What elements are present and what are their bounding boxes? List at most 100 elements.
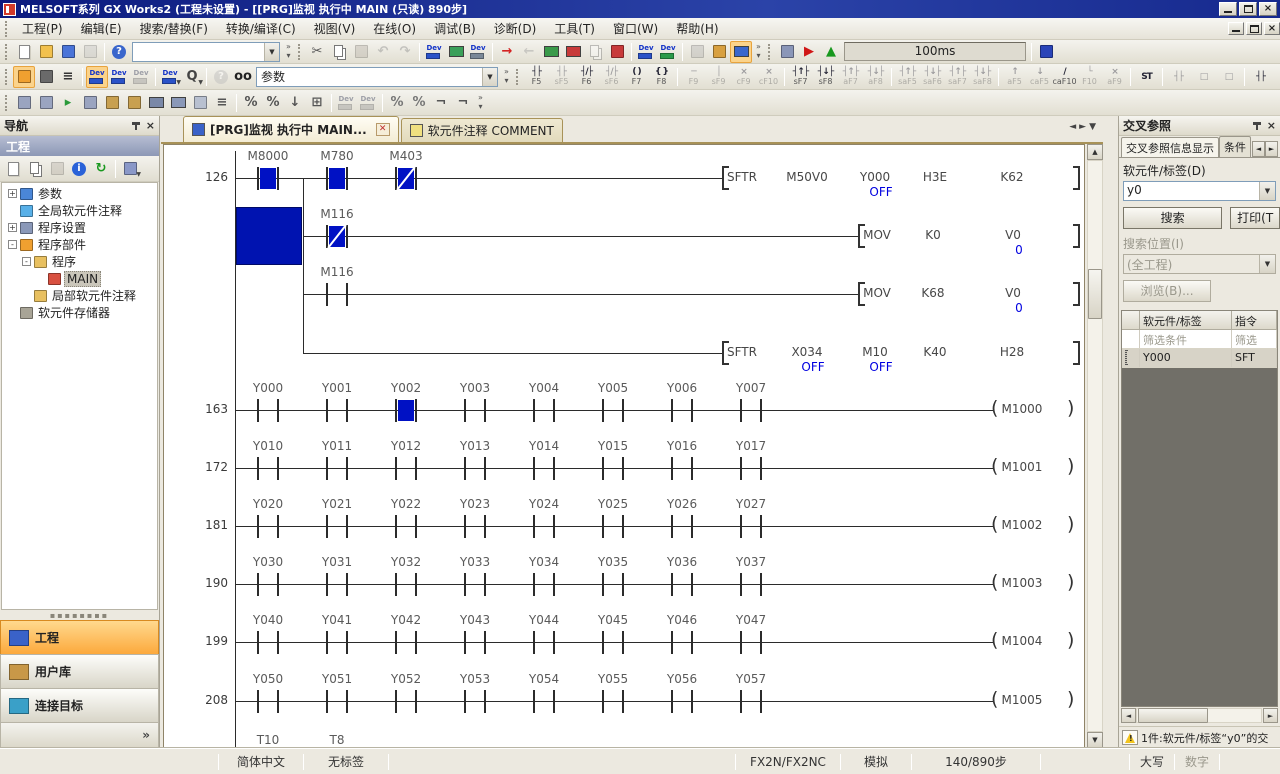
contact-open[interactable] — [602, 515, 624, 538]
mdi-restore-button[interactable] — [1246, 22, 1262, 35]
ladder-edit-2-icon[interactable]: □ — [1191, 65, 1216, 88]
scroll-screen-icon[interactable] — [189, 92, 211, 114]
invert-operation-key[interactable]: ∕caF10 — [1052, 65, 1077, 88]
contact-open[interactable] — [326, 631, 348, 654]
edit-screen-icon[interactable] — [167, 92, 189, 114]
contact-open[interactable] — [326, 515, 348, 538]
pair-1-icon[interactable]: ¬ — [430, 92, 452, 114]
contact-open[interactable] — [533, 457, 555, 480]
monitor-write-icon[interactable] — [562, 41, 584, 63]
device-display-icon[interactable]: Dev▼ — [159, 66, 181, 88]
device-comment-edit-icon[interactable]: Dev — [423, 41, 445, 63]
contact-open[interactable] — [326, 399, 348, 422]
dev-roll-table-icon[interactable]: Dev — [357, 92, 379, 114]
close-button[interactable]: × — [1259, 2, 1277, 16]
device-test-icon[interactable]: Dev — [467, 41, 489, 63]
write-mode-icon[interactable]: ▸ — [57, 92, 79, 114]
help-2-icon[interactable]: ? — [210, 66, 232, 88]
device-monitor-start-icon[interactable]: Dev — [635, 41, 657, 63]
chevron-more-icon[interactable]: » — [142, 728, 150, 742]
toolbar-overflow-icon[interactable]: »▾ — [475, 93, 486, 113]
restore-button[interactable] — [1239, 2, 1257, 16]
contact-open[interactable] — [395, 631, 417, 654]
tree-item-参数[interactable]: +参数 — [2, 185, 157, 202]
contact-open[interactable] — [602, 631, 624, 654]
ladder-edit-1-icon[interactable]: ┤├ — [1166, 65, 1191, 88]
contact-open[interactable] — [395, 690, 417, 713]
toolbar-overflow-icon[interactable]: »▾ — [753, 42, 764, 62]
contact-open[interactable] — [533, 515, 555, 538]
device-comment-view-icon[interactable]: Dev — [86, 66, 108, 88]
project-info-icon[interactable]: i — [68, 158, 90, 180]
pair-2-icon[interactable]: ¬ — [452, 92, 474, 114]
navigation-splitter[interactable]: ▪▪▪▪▪▪▪▪ — [0, 610, 159, 620]
contact-open[interactable] — [671, 573, 693, 596]
redo-icon[interactable]: ↷ — [394, 41, 416, 63]
tab-cross-reference-info[interactable]: 交叉参照信息显示 — [1121, 137, 1219, 157]
contact-open[interactable] — [257, 631, 279, 654]
device-statement-icon[interactable]: Dev — [108, 66, 130, 88]
read-mode-icon[interactable] — [35, 92, 57, 114]
tab-close-icon[interactable]: ✕ — [376, 123, 390, 136]
contact-open[interactable] — [533, 399, 555, 422]
hline-delete-key[interactable]: ×cF9 — [731, 65, 756, 88]
view-selector-button[interactable]: 连接目标 — [0, 688, 159, 722]
toolbar-overflow-icon[interactable]: »▾ — [501, 67, 512, 87]
pulse-nc-fall-key[interactable]: ┤↓├saF6 — [920, 65, 945, 88]
dev-roll-down-icon[interactable]: Dev — [335, 92, 357, 114]
device-monitor-stop-icon[interactable]: Dev — [657, 41, 679, 63]
simulation-start-icon[interactable]: ▶ — [798, 41, 820, 63]
edit-cursor-cell[interactable] — [236, 207, 302, 265]
delete-block-icon[interactable] — [123, 92, 145, 114]
device-display-2-icon[interactable] — [145, 92, 167, 114]
tree-item-程序[interactable]: -程序 — [2, 253, 157, 270]
combo-dropdown-icon[interactable]: ▼ — [482, 68, 497, 86]
device-note-icon[interactable]: Dev — [130, 66, 152, 88]
insert-block-icon[interactable] — [101, 92, 123, 114]
contact-open[interactable] — [671, 631, 693, 654]
param-combo[interactable]: 参数▼ — [256, 67, 498, 87]
contact-open[interactable] — [602, 690, 624, 713]
contact-open[interactable] — [464, 515, 486, 538]
tree-expander-icon[interactable]: + — [8, 223, 17, 232]
pulse-nc-rise-key[interactable]: ┤↑├saF5 — [895, 65, 920, 88]
coil-key[interactable]: ( )F7 — [624, 65, 649, 88]
application-instruction-key[interactable]: { }F8 — [649, 65, 674, 88]
module-icon[interactable] — [686, 41, 708, 63]
print-icon[interactable] — [79, 41, 101, 63]
editor-tab-active[interactable]: [PRG]监视 执行中 MAIN...✕ — [183, 116, 399, 142]
pulse-nc-rise-or-key[interactable]: ┤↑├saF7 — [945, 65, 970, 88]
xref-tab-right-icon[interactable]: ► — [1265, 141, 1278, 157]
copy-data-icon[interactable] — [24, 158, 46, 180]
menu-item[interactable]: 窗口(W) — [604, 17, 667, 40]
contact-open[interactable] — [740, 457, 762, 480]
menu-item[interactable]: 编辑(E) — [72, 17, 131, 40]
combo-dropdown-icon[interactable]: ▼ — [1259, 182, 1275, 200]
project-view-icon[interactable] — [13, 66, 35, 88]
module-config-icon[interactable] — [35, 66, 57, 88]
connect-line-draw-icon[interactable]: % — [262, 92, 284, 114]
pulse-nc-fall-or-key[interactable]: ┤↓├saF8 — [970, 65, 995, 88]
quick-search-combo[interactable]: ▼ — [132, 42, 280, 62]
menu-item[interactable]: 转换/编译(C) — [217, 17, 305, 40]
step-execution-icon[interactable] — [1035, 41, 1057, 63]
contact-open-on[interactable] — [395, 399, 417, 422]
coil-device[interactable]: M1001 — [977, 460, 1067, 474]
monitor-read-icon[interactable] — [540, 41, 562, 63]
contact-open[interactable] — [671, 515, 693, 538]
contact-open[interactable] — [671, 690, 693, 713]
mdi-minimize-button[interactable] — [1228, 22, 1244, 35]
scroll-thumb[interactable] — [1138, 708, 1208, 723]
pulse-rise-key[interactable]: ┤↑├sF7 — [788, 65, 813, 88]
copy-icon[interactable] — [328, 41, 350, 63]
contact-open[interactable] — [326, 457, 348, 480]
tab-condition[interactable]: 条件 — [1219, 136, 1251, 157]
undo-icon[interactable]: ↶ — [372, 41, 394, 63]
contact-open[interactable] — [464, 631, 486, 654]
comment-edit-icon[interactable]: ┤├ — [1248, 65, 1273, 88]
menu-item[interactable]: 视图(V) — [305, 17, 365, 40]
scroll-right-icon[interactable]: ► — [1263, 708, 1278, 723]
ladder-monitor-icon[interactable] — [445, 41, 467, 63]
mdi-close-button[interactable]: × — [1264, 22, 1280, 35]
print-button[interactable]: 打印(T — [1230, 207, 1280, 229]
